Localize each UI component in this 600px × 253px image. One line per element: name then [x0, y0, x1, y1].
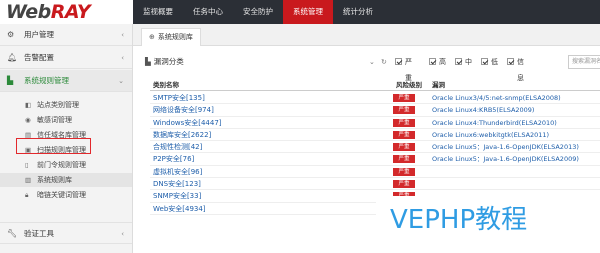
sidebar-section-label: 系统规则管理 [24, 76, 69, 85]
filter-checkbox-info[interactable] [507, 58, 514, 65]
category-link[interactable]: DNS安全[123] [153, 178, 201, 190]
sidebar-section-alerts[interactable]: 🔔︎ 告警配置 ‹ [0, 47, 132, 69]
sitemap-icon: ▙ [7, 76, 14, 85]
book-icon: ▥ [25, 176, 32, 184]
sidebar-section-rules[interactable]: ▙ 系统规则管理 ⌄ [0, 70, 132, 92]
nav-item-system[interactable]: 系统管理 [283, 0, 333, 24]
tab-label: 系统规则库 [157, 33, 193, 41]
sidebar-section-label: 验证工具 [24, 229, 54, 238]
risk-badge: 严重 [393, 106, 415, 115]
vulnerability-link[interactable]: Oracle Linux4:KRB5(ELSA2009) [432, 104, 534, 116]
chevron-left-icon: ‹ [121, 54, 124, 62]
vulnerability-link[interactable]: Oracle Linux5：Java-1.6-OpenJDK(ELSA2009) [432, 153, 579, 165]
filter-checkbox-high[interactable] [429, 58, 436, 65]
sidebar-item-label: 敏感词管理 [37, 116, 72, 124]
filter-checkbox-critical[interactable] [395, 58, 402, 65]
sidebar-section-users[interactable]: ⚙ 用户管理 ‹ [0, 24, 132, 46]
category-link[interactable]: 数据库安全[2622] [153, 129, 211, 141]
header-vulnerability: 漏洞 [432, 81, 445, 89]
sidebar-section-label: 告警配置 [24, 53, 54, 62]
logo-ray: RAY [50, 1, 91, 23]
nav-item-protection[interactable]: 安全防护 [233, 0, 283, 24]
door-icon: ▯ [25, 161, 29, 169]
chevron-left-icon: ‹ [121, 31, 124, 39]
collapse-icon[interactable]: ⌄ [369, 54, 375, 70]
table-row: DNS安全[123] 严重 [150, 178, 600, 191]
table-row: 数据库安全[2622] 严重 Oracle Linux6:webkitgtk(E… [150, 129, 600, 142]
chevron-down-icon: ⌄ [118, 77, 124, 85]
category-link[interactable]: Windows安全[4447] [153, 117, 222, 129]
header-risk-level: 风险级别 [396, 81, 422, 89]
category-link[interactable]: 虚拟机安全[96] [153, 166, 202, 178]
top-bar: WebRAY 监视概要 任务中心 安全防护 系统管理 统计分析 [0, 0, 600, 24]
nav-item-stats[interactable]: 统计分析 [333, 0, 383, 24]
filter-label-high: 高 [439, 58, 446, 66]
risk-badge: 严重 [393, 167, 415, 176]
chart-icon: ▙ [145, 57, 151, 66]
filter-checkbox-medium[interactable] [455, 58, 462, 65]
risk-badge: 严重 [393, 118, 415, 127]
category-link[interactable]: 网络设备安全[974] [153, 104, 214, 116]
table-row: 网络设备安全[974] 严重 Oracle Linux4:KRB5(ELSA20… [150, 104, 600, 117]
sidebar-item-sensitive-words[interactable]: ◉ 敏感词管理 [0, 113, 132, 127]
logo-area: WebRAY [0, 0, 133, 24]
chevron-left-icon: ‹ [121, 230, 124, 238]
category-link[interactable]: Web安全[4934] [153, 203, 206, 215]
vulnerability-link[interactable]: Oracle Linux4:Thunderbird(ELSA2010) [432, 117, 557, 129]
shield-icon: ◧ [25, 101, 32, 109]
top-nav: 监视概要 任务中心 安全防护 系统管理 统计分析 [133, 0, 383, 24]
filter-checkbox-low[interactable] [481, 58, 488, 65]
watermark: VEPHP教程 [390, 205, 528, 235]
filter-label-low: 低 [491, 58, 498, 66]
panel-header: ▙ 漏洞分类 ⌄ ↻ 严重 高 中 低 信息 搜索漏洞名 [145, 54, 600, 82]
tab-system-rules[interactable]: ⊕ 系统规则库 [141, 28, 201, 46]
sidebar-item-label: 站点类别管理 [37, 101, 79, 109]
sidebar-item-darklink-keywords[interactable]: 🔒︎ 暗链关键词管理 [0, 188, 132, 202]
gear-icon: ⚙ [7, 30, 15, 39]
risk-badge: 严重 [393, 94, 415, 102]
table-header: 类别名称 风险级别 漏洞 [150, 80, 600, 91]
panel-title: ▙ 漏洞分类 [145, 54, 184, 70]
sidebar-item-frontdoor-rules[interactable]: ▯ 前门令规则管理 [0, 158, 132, 172]
vulnerability-link[interactable]: Oracle Linux3/4/5:net-snmp(ELSA2008) [432, 92, 561, 104]
table-row: SMTP安全[135] 严重 Oracle Linux3/4/5:net-snm… [150, 92, 600, 105]
table-row: P2P安全[76] 严重 Oracle Linux5：Java-1.6-Open… [150, 153, 600, 166]
table-row: 合规性检测[42] 严重 Oracle Linux5：Java-1.6-Open… [150, 141, 600, 154]
lock-icon: 🔒︎ [25, 191, 29, 199]
risk-badge: 严重 [393, 180, 415, 189]
header-category: 类别名称 [153, 81, 179, 89]
panel-title-text: 漏洞分类 [153, 57, 184, 66]
category-link[interactable]: SMTP安全[135] [153, 92, 205, 104]
logo: WebRAY [6, 1, 91, 23]
sidebar-item-label: 系统规则库 [37, 176, 72, 184]
nav-item-tasks[interactable]: 任务中心 [183, 0, 233, 24]
vulnerability-link[interactable]: Oracle Linux6:webkitgtk(ELSA2011) [432, 129, 549, 141]
risk-badge: 严重 [393, 143, 415, 152]
tab-bar: ⊕ 系统规则库 [133, 24, 600, 46]
sidebar-item-label: 前门令规则管理 [37, 161, 86, 169]
filter-label-medium: 中 [465, 58, 472, 66]
table-row: 虚拟机安全[96] 严重 [150, 166, 600, 179]
search-input[interactable]: 搜索漏洞名 [568, 55, 600, 69]
table-row: Windows安全[4447] 严重 Oracle Linux4:Thunder… [150, 117, 600, 129]
sidebar-section-label: 用户管理 [24, 30, 54, 39]
logo-web: Web [6, 1, 51, 23]
wrench-icon: 🔧︎ [7, 229, 18, 238]
vulnerability-link[interactable]: Oracle Linux5：Java-1.6-OpenJDK(ELSA2013) [432, 141, 579, 153]
sidebar-section-tools[interactable]: 🔧︎ 验证工具 ‹ [0, 222, 132, 244]
globe-icon: ⊕ [149, 33, 155, 41]
risk-badge: 严重 [393, 155, 415, 164]
bell-icon: 🔔︎ [7, 53, 18, 62]
sidebar-item-site-category[interactable]: ◧ 站点类别管理 [0, 98, 132, 112]
risk-badge: 严重 [393, 130, 415, 139]
highlight-box [16, 138, 91, 154]
nav-item-overview[interactable]: 监视概要 [133, 0, 183, 24]
sidebar-item-label: 暗链关键词管理 [37, 191, 86, 199]
category-link[interactable]: 合规性检测[42] [153, 141, 202, 153]
eye-icon: ◉ [25, 116, 31, 124]
category-link[interactable]: P2P安全[76] [153, 153, 194, 165]
sidebar-item-system-rules[interactable]: ▥ 系统规则库 [0, 173, 132, 187]
refresh-icon[interactable]: ↻ [381, 54, 387, 70]
category-link[interactable]: SNMP安全[33] [153, 190, 201, 202]
